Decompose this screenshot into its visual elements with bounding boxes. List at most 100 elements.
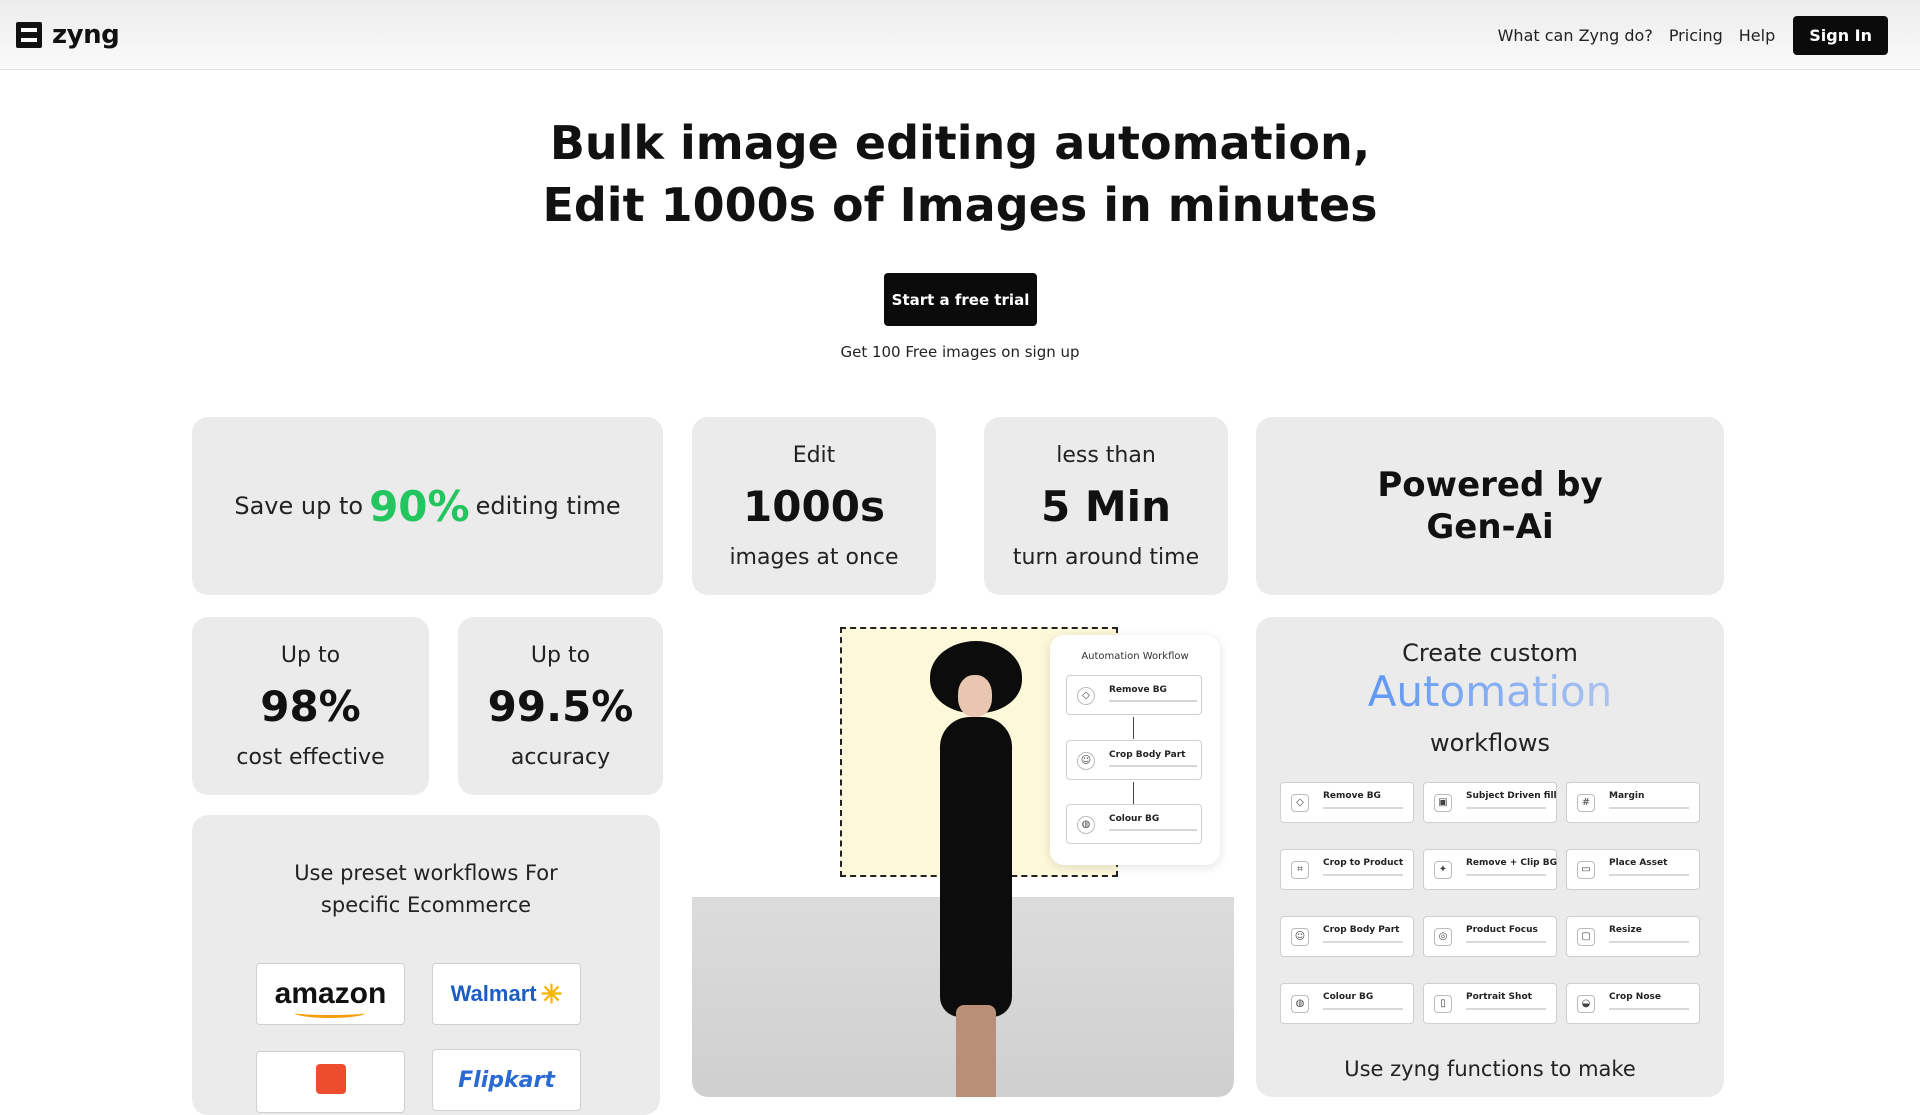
function-tile-crop-product[interactable]: ⌗ Crop to Product [1280,849,1414,890]
cost-card: Up to 98% cost effective [192,617,429,795]
tile-desc [1609,874,1689,876]
tile-desc [1466,874,1546,876]
automation-line-1: Create custom [1402,639,1578,667]
cost-value: 98% [260,681,361,731]
tile-desc [1466,941,1546,943]
tile-desc [1466,1008,1546,1010]
tile-label: Colour BG [1323,992,1374,1002]
nav-link-features[interactable]: What can Zyng do? [1498,26,1653,45]
nav-link-help[interactable]: Help [1739,26,1775,45]
turnaround-bottom: turn around time [1012,544,1200,570]
workflow-step-label: Crop Body Part [1109,750,1186,760]
bulk-edit-card: Edit 1000s images at once [692,417,936,595]
workflow-demo-card: Automation Workflow ◇ Remove BG ☺ Crop B… [692,617,1234,1097]
tile-label: Remove BG [1323,791,1381,801]
function-tile-subject-fill[interactable]: ▣ Subject Driven fill [1423,782,1557,823]
tile-label: Crop Nose [1609,992,1661,1002]
face-icon: ◒ [1577,995,1595,1013]
tile-label: Subject Driven fill [1466,791,1557,801]
brand-logo[interactable]: zyng [16,20,120,50]
tile-desc [1466,807,1546,809]
cost-top: Up to [280,642,341,668]
tile-label: Portrait Shot [1466,992,1532,1002]
image-icon: ▣ [1434,794,1452,812]
function-tile-place-asset[interactable]: ▭ Place Asset [1566,849,1700,890]
automation-footer-text: Use zyng functions to make [1344,1057,1636,1081]
palette-icon: ◍ [1291,995,1309,1013]
bulk-edit-top: Edit [792,442,836,468]
flipkart-logo: Flipkart [458,1067,555,1093]
workflow-step-label: Colour BG [1109,814,1160,824]
preset-title-line-2: specific Ecommerce [320,893,532,917]
start-free-trial-button[interactable]: Start a free trial [884,273,1037,326]
shopping-bag-icon [315,1064,346,1094]
crop-icon: ⌗ [1291,861,1309,879]
model-face [958,675,992,717]
tile-label: Crop to Product [1323,858,1404,868]
model-legs [956,1005,996,1097]
workflow-step-desc [1109,829,1197,831]
shopping-bag-preset-button[interactable] [256,1051,405,1113]
function-tile-resize[interactable]: ▢ Resize [1566,916,1700,957]
bulk-edit-value: 1000s [743,481,885,531]
function-tile-remove-clip-bg[interactable]: ✦ Remove + Clip BG [1423,849,1557,890]
function-tile-product-focus[interactable]: ◎ Product Focus [1423,916,1557,957]
nav-links: What can Zyng do? Pricing Help Sign In [1498,16,1888,55]
function-tile-portrait-shot[interactable]: ▯ Portrait Shot [1423,983,1557,1024]
brand-name: zyng [52,20,120,50]
workflow-step-desc [1109,765,1197,767]
accuracy-value: 99.5% [487,681,634,731]
amazon-smile-icon [295,1008,365,1018]
workflow-step-colour-bg: ◍ Colour BG [1066,804,1202,844]
palette-icon: ◍ [1077,816,1095,834]
powered-line-2: Gen-Ai [1426,507,1554,547]
tile-label: Margin [1609,791,1645,801]
tile-label: Resize [1609,925,1642,935]
tile-desc [1609,1008,1689,1010]
walmart-preset-button[interactable]: Walmart ✳ [432,963,581,1025]
function-tile-crop-body-part[interactable]: ☺ Crop Body Part [1280,916,1414,957]
save-time-card: Save up to 90% editing time [192,417,663,595]
accuracy-card: Up to 99.5% accuracy [458,617,663,795]
frame-icon: ▭ [1577,861,1595,879]
workflow-step-desc [1109,700,1197,702]
tile-desc [1323,807,1403,809]
function-tile-crop-nose[interactable]: ◒ Crop Nose [1566,983,1700,1024]
tile-label: Crop Body Part [1323,925,1400,935]
function-tile-remove-bg[interactable]: ◇ Remove BG [1280,782,1414,823]
powered-line-1: Powered by [1377,465,1603,505]
walmart-logo: Walmart [450,981,537,1006]
sign-in-button[interactable]: Sign In [1793,16,1888,55]
phone-icon: ▯ [1434,995,1452,1013]
amazon-preset-button[interactable]: amazon [256,963,405,1025]
workflow-panel-title: Automation Workflow [1081,651,1189,662]
model-dress [940,717,1012,1017]
hero-title-line-2: Edit 1000s of Images in minutes [542,178,1378,232]
workflow-arrow-icon [1133,717,1134,739]
top-nav: zyng What can Zyng do? Pricing Help Sign… [0,0,1920,70]
automation-line-2: Automation [1256,667,1724,716]
workflow-step-remove-bg: ◇ Remove BG [1066,675,1202,715]
nav-link-pricing[interactable]: Pricing [1669,26,1723,45]
tile-desc [1609,807,1689,809]
cost-bottom: cost effective [236,744,385,770]
zyng-logo-icon [16,22,42,48]
preset-title: Use preset workflows For specific Ecomme… [192,857,660,921]
accuracy-top: Up to [530,642,591,668]
amazon-logo: amazon [274,977,387,1010]
accuracy-bottom: accuracy [510,744,611,770]
resize-icon: ▢ [1577,928,1595,946]
function-tile-colour-bg[interactable]: ◍ Colour BG [1280,983,1414,1024]
save-prefix: Save up to [234,492,364,520]
workflow-arrow-icon [1133,782,1134,804]
turnaround-card: less than 5 Min turn around time [984,417,1228,595]
function-tile-margin[interactable]: # Margin [1566,782,1700,823]
walmart-spark-icon: ✳ [540,978,563,1009]
preset-title-line-1: Use preset workflows For [294,861,558,885]
workflow-step-crop-body: ☺ Crop Body Part [1066,740,1202,780]
flipkart-preset-button[interactable]: Flipkart [432,1049,581,1111]
turnaround-value: 5 Min [1041,481,1171,531]
tile-label: Place Asset [1609,858,1668,868]
preset-workflows-card: Use preset workflows For specific Ecomme… [192,815,660,1115]
tile-label: Product Focus [1466,925,1538,935]
